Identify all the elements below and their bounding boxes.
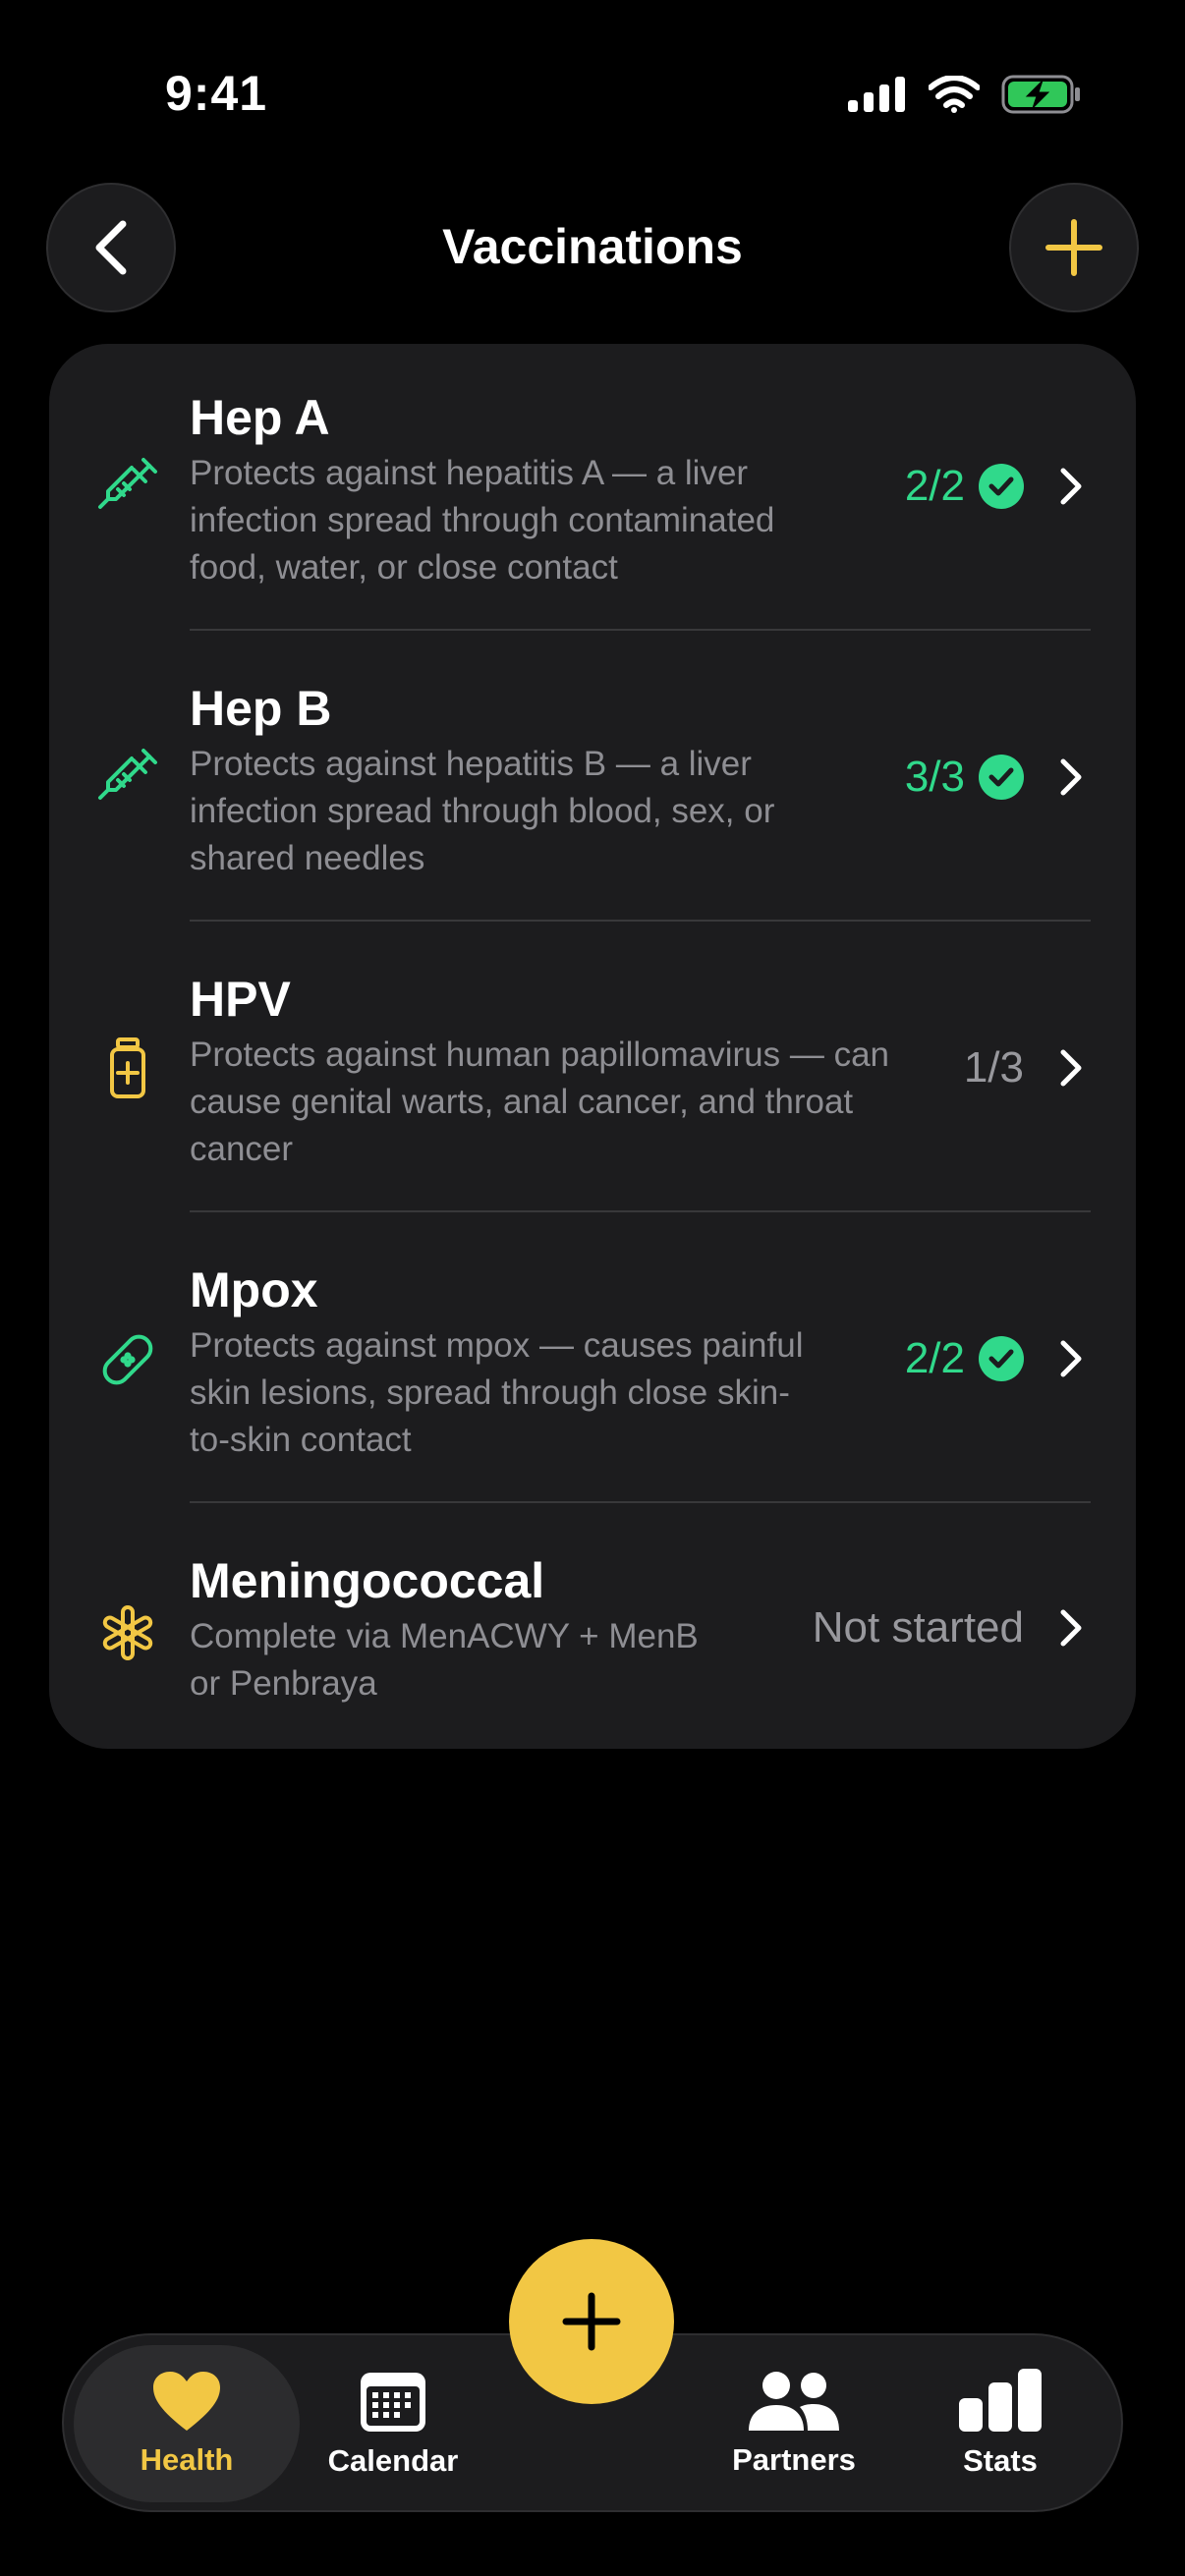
checkmark-circle-icon bbox=[979, 1336, 1024, 1381]
vaccine-row-meningococcal[interactable]: Meningococcal Complete via MenACWY + Men… bbox=[49, 1507, 1136, 1749]
chevron-right-icon bbox=[1051, 1335, 1091, 1382]
vaccine-row-hep-b[interactable]: Hep B Protects against hepatitis B — a l… bbox=[49, 635, 1136, 922]
vaccine-description: Complete via MenACWY + MenB or Penbraya bbox=[190, 1617, 699, 1703]
vaccine-status: 1/3 bbox=[964, 1043, 1091, 1092]
tab-label: Partners bbox=[732, 2442, 856, 2477]
tab-calendar[interactable]: Calendar bbox=[280, 2345, 506, 2502]
tab-label: Health bbox=[140, 2442, 234, 2477]
status-time: 9:41 bbox=[165, 66, 268, 121]
divider bbox=[190, 1501, 1091, 1503]
syringe-icon bbox=[92, 452, 163, 523]
vaccine-name: Hep B bbox=[190, 681, 332, 736]
status-icons bbox=[848, 75, 1082, 114]
vaccine-name: Meningococcal bbox=[190, 1553, 545, 1608]
vaccine-description: Protects against hepatitis A — a liver i… bbox=[190, 454, 775, 587]
syringe-icon bbox=[92, 743, 163, 813]
dose-count: Not started bbox=[812, 1603, 1024, 1652]
dose-count: 1/3 bbox=[963, 1043, 1024, 1092]
chevron-right-icon bbox=[1051, 1604, 1091, 1652]
vaccine-status: 3/3 bbox=[905, 753, 1091, 802]
wifi-icon bbox=[929, 76, 980, 113]
plus-icon bbox=[1045, 219, 1102, 276]
checkmark-circle-icon bbox=[979, 755, 1024, 800]
add-vaccination-button[interactable] bbox=[1009, 183, 1139, 312]
divider bbox=[190, 629, 1091, 631]
vaccine-row-hep-a[interactable]: Hep A Protects against hepatitis A — a l… bbox=[49, 344, 1136, 631]
tab-stats[interactable]: Stats bbox=[887, 2345, 1113, 2502]
status-bar: 9:41 bbox=[0, 0, 1185, 187]
navigation-header: Vaccinations bbox=[0, 183, 1185, 312]
vaccine-row-hpv[interactable]: HPV Protects against human papillomaviru… bbox=[49, 925, 1136, 1212]
tab-health[interactable]: Health bbox=[74, 2345, 300, 2502]
page-title: Vaccinations bbox=[442, 219, 743, 274]
bar-chart-icon bbox=[959, 2369, 1042, 2432]
vaccine-status: Not started bbox=[813, 1603, 1091, 1652]
tab-partners[interactable]: Partners bbox=[681, 2345, 907, 2502]
dose-count: 2/2 bbox=[904, 462, 965, 510]
vaccine-description: Protects against human papillomavirus — … bbox=[190, 1036, 890, 1168]
plus-icon bbox=[562, 2292, 621, 2351]
vaccine-name: HPV bbox=[190, 972, 291, 1027]
quick-add-button[interactable] bbox=[509, 2239, 674, 2404]
people-icon bbox=[749, 2372, 839, 2431]
vaccine-row-mpox[interactable]: Mpox Protects against mpox — causes pain… bbox=[49, 1216, 1136, 1503]
chevron-right-icon bbox=[1051, 754, 1091, 801]
chevron-right-icon bbox=[1051, 463, 1091, 510]
cellular-signal-icon bbox=[848, 77, 905, 112]
bandage-icon bbox=[92, 1324, 163, 1395]
medicine-vial-icon bbox=[92, 1034, 163, 1104]
vaccinations-list: Hep A Protects against hepatitis A — a l… bbox=[49, 344, 1136, 1749]
divider bbox=[190, 1210, 1091, 1212]
heart-icon bbox=[153, 2372, 220, 2431]
tab-label: Stats bbox=[963, 2443, 1038, 2478]
asterisk-icon bbox=[92, 1597, 163, 1668]
battery-charging-icon bbox=[1001, 75, 1080, 114]
tab-label: Calendar bbox=[327, 2443, 459, 2478]
divider bbox=[190, 920, 1091, 922]
chevron-right-icon bbox=[1051, 1044, 1091, 1092]
vaccine-name: Mpox bbox=[190, 1262, 318, 1317]
vaccine-status: 2/2 bbox=[905, 1334, 1091, 1383]
calendar-icon bbox=[361, 2373, 425, 2432]
vaccine-description: Protects against mpox — causes painful s… bbox=[190, 1326, 804, 1459]
vaccine-description: Protects against hepatitis B — a liver i… bbox=[190, 745, 775, 877]
vaccine-name: Hep A bbox=[190, 390, 330, 445]
dose-count: 3/3 bbox=[904, 753, 965, 801]
dose-count: 2/2 bbox=[904, 1334, 965, 1382]
vaccine-status: 2/2 bbox=[905, 462, 1091, 511]
checkmark-circle-icon bbox=[979, 464, 1024, 509]
